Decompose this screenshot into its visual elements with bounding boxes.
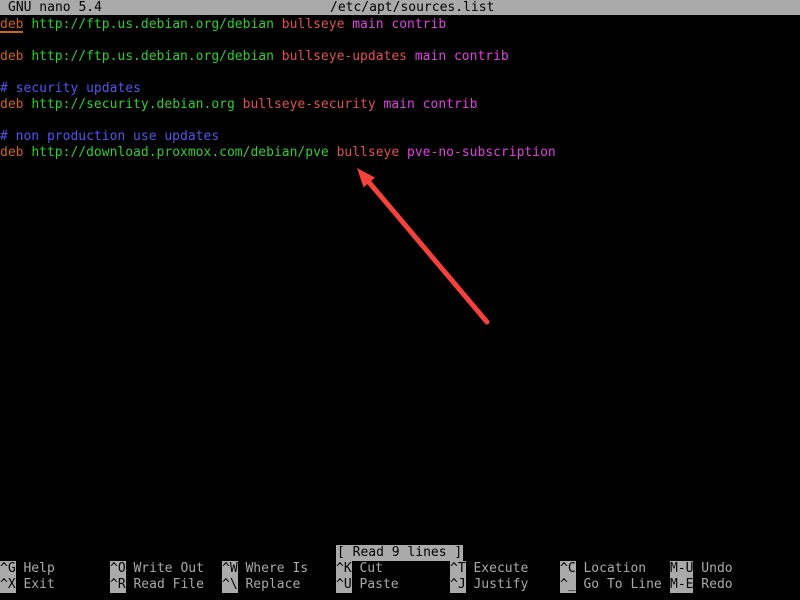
shortcut-entry[interactable]: ^J Justify (450, 577, 528, 593)
shortcut-key: ^K (336, 561, 352, 577)
shortcut-label: Location (575, 561, 647, 576)
shortcut-entry[interactable]: ^W Where Is (222, 561, 308, 577)
shortcut-key: ^C (560, 561, 576, 577)
nano-version-label: GNU nano 5.4 (8, 0, 102, 15)
shortcut-label: Justify (465, 577, 529, 592)
shortcut-key: ^\ (222, 577, 238, 593)
shortcut-key: ^W (222, 561, 238, 577)
shortcut-column: ^C Location ^_ Go To Line (560, 561, 662, 593)
shortcut-entry[interactable]: ^U Paste (336, 577, 399, 593)
nano-terminal-screen: GNU nano 5.4 /etc/apt/sources.list deb h… (0, 0, 800, 600)
editor-line[interactable]: deb http://ftp.us.debian.org/debian bull… (0, 49, 800, 65)
editor-line[interactable]: # security updates (0, 81, 800, 97)
token-comment: # security updates (0, 81, 141, 96)
editor-text-area[interactable]: deb http://ftp.us.debian.org/debian bull… (0, 17, 800, 537)
shortcut-key: ^U (336, 577, 352, 593)
text-cursor: deb (0, 17, 24, 32)
shortcut-entry[interactable]: ^R Read File (110, 577, 204, 593)
token-deb: deb (0, 145, 24, 160)
shortcut-key: ^X (0, 577, 16, 593)
shortcut-label: Go To Line (575, 577, 662, 592)
token-deb: deb (0, 49, 24, 64)
token-comp: pve-no-subscription (407, 145, 556, 160)
shortcut-label: Undo (693, 561, 733, 576)
token-deb: deb (0, 97, 24, 112)
shortcut-key: ^J (450, 577, 466, 593)
shortcut-column: ^W Where Is ^\ Replace (222, 561, 308, 593)
shortcut-label: Cut (351, 561, 383, 576)
shortcut-column: ^T Execute ^J Justify (450, 561, 528, 593)
shortcut-entry[interactable]: ^_ Go To Line (560, 577, 662, 593)
token-comment: # non production use updates (0, 129, 220, 144)
shortcut-entry[interactable]: M-E Redo (670, 577, 733, 593)
editor-line[interactable] (0, 65, 800, 81)
shortcut-column: ^K Cut ^U Paste (336, 561, 399, 593)
editor-line[interactable]: deb http://security.debian.org bullseye-… (0, 97, 800, 113)
token-suite: bullseye (336, 145, 400, 160)
shortcut-label: Replace (237, 577, 301, 592)
shortcut-column: ^O Write Out ^R Read File (110, 561, 204, 593)
token-url: http://ftp.us.debian.org/debian (31, 17, 274, 32)
shortcut-key: ^O (110, 561, 126, 577)
editor-line[interactable]: # non production use updates (0, 129, 800, 145)
token-comp: main contrib (414, 49, 509, 64)
status-message: [ Read 9 lines ] (336, 545, 464, 561)
shortcut-label: Paste (351, 577, 399, 592)
shortcut-key: M-E (670, 577, 694, 593)
shortcut-help-bar: ^G Help ^X Exit ^O Write Out ^R Read File ^W… (0, 561, 800, 595)
shortcut-label: Help (15, 561, 55, 576)
editor-line[interactable]: deb http://ftp.us.debian.org/debian bull… (0, 17, 800, 33)
shortcut-label: Redo (693, 577, 733, 592)
token-suite: bullseye-security (242, 97, 376, 112)
shortcut-entry[interactable]: ^G Help (0, 561, 55, 577)
shortcut-label: Execute (465, 561, 529, 576)
shortcut-entry[interactable]: ^O Write Out (110, 561, 204, 577)
shortcut-entry[interactable]: ^\ Replace (222, 577, 308, 593)
token-suite: bullseye-updates (281, 49, 408, 64)
shortcut-label: Exit (15, 577, 55, 592)
shortcut-entry[interactable]: ^K Cut (336, 561, 399, 577)
editor-line[interactable] (0, 33, 800, 49)
token-comp: main contrib (352, 17, 447, 32)
shortcut-key: ^_ (560, 577, 576, 593)
shortcut-column: ^G Help ^X Exit (0, 561, 55, 593)
token-url: http://security.debian.org (31, 97, 235, 112)
shortcut-key: ^R (110, 577, 126, 593)
shortcut-column: M-U Undo M-E Redo (670, 561, 733, 593)
token-url: http://download.proxmox.com/debian/pve (31, 145, 329, 160)
token-url: http://ftp.us.debian.org/debian (31, 49, 274, 64)
shortcut-entry[interactable]: ^X Exit (0, 577, 55, 593)
editor-line[interactable] (0, 113, 800, 129)
open-filename-label: /etc/apt/sources.list (330, 0, 495, 15)
shortcut-entry[interactable]: ^C Location (560, 561, 662, 577)
shortcut-label: Write Out (125, 561, 204, 576)
shortcut-key: M-U (670, 561, 694, 577)
shortcut-label: Read File (125, 577, 204, 592)
shortcut-key: ^G (0, 561, 16, 577)
shortcut-label: Where Is (237, 561, 309, 576)
shortcut-key: ^T (450, 561, 466, 577)
token-suite: bullseye (281, 17, 345, 32)
titlebar: GNU nano 5.4 /etc/apt/sources.list (0, 0, 800, 15)
editor-line[interactable]: deb http://download.proxmox.com/debian/p… (0, 145, 800, 161)
token-comp: main contrib (383, 97, 478, 112)
shortcut-entry[interactable]: M-U Undo (670, 561, 733, 577)
shortcut-entry[interactable]: ^T Execute (450, 561, 528, 577)
